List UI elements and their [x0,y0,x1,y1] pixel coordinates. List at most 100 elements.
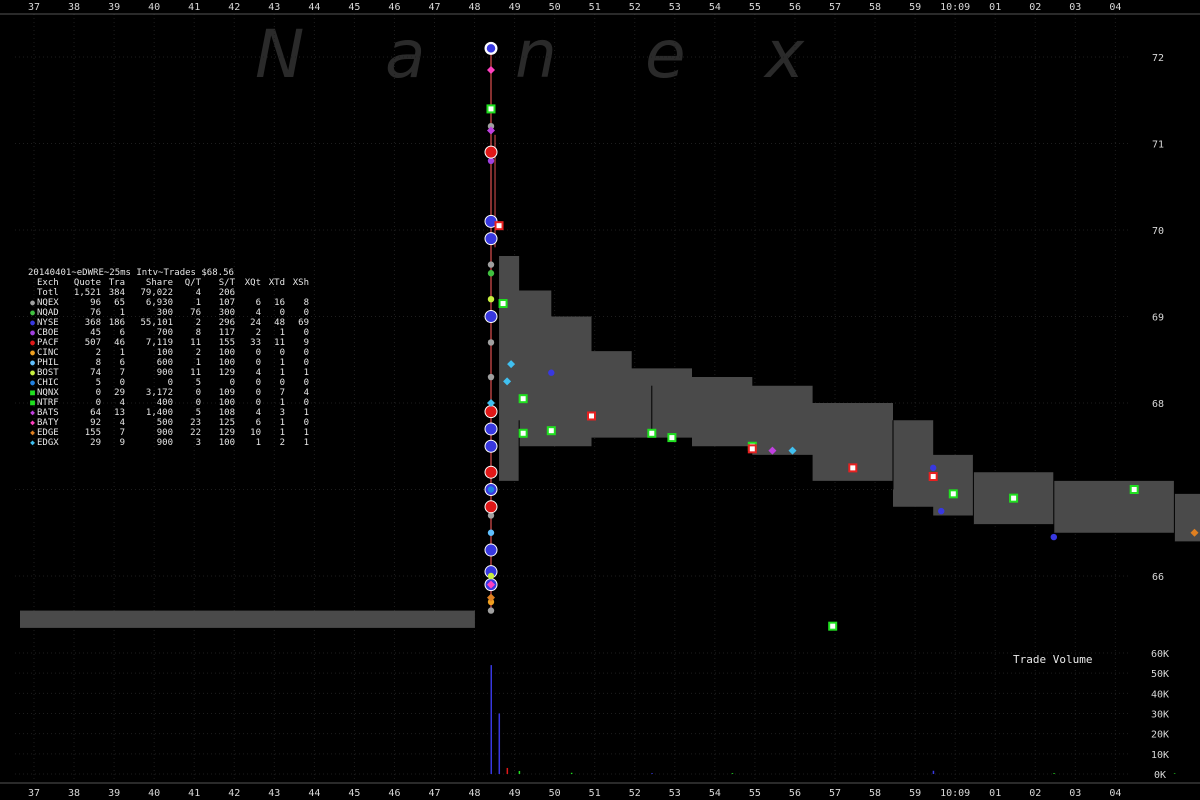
x-tick-label-top: 45 [348,2,360,13]
legend-marker-icon: ■ [30,388,35,397]
stats-exchange: CBOE [37,328,59,338]
stats-cell: 0 [255,378,261,388]
x-tick-label-bottom: 57 [829,788,841,799]
stats-cell: 2 [255,328,261,338]
marker-nyse [1050,533,1058,541]
stats-cell: 155 [218,338,235,348]
stats-row: ◆ EDGX 29 9 900 3 100 1 2 1 [28,438,309,448]
stats-cell: 2 [279,438,285,448]
stats-cell: 109 [218,388,235,398]
marker-pacf [484,405,498,419]
price-tick-label: 68 [1152,399,1164,410]
stats-cell: 29 [114,388,125,398]
price-tick-label: 70 [1152,226,1164,237]
stats-cell: 3,172 [145,388,173,398]
stats-cell: 92 [90,418,101,428]
stats-cell: 1 [255,438,261,448]
stats-cell: 3 [279,408,285,418]
stats-cell: 4 [195,288,201,298]
x-tick-label-bottom: 01 [989,788,1001,799]
watermark-letter: N [255,16,304,93]
marker-ntrf [494,221,504,231]
stats-cell: 0 [167,378,173,388]
bid-ask-band-before [20,610,475,628]
stats-cell: 0 [95,398,101,408]
stats-cell: 300 [156,308,173,318]
marker-nqnx [1009,493,1019,503]
stats-cell: 0 [303,348,309,358]
stats-cell: 0 [279,348,285,358]
stats-header-row: Exch Quote Tra Share Q/T S/T XQt XTd XSh [28,278,309,288]
stats-cell: 300 [218,308,235,318]
marker-pacf [484,145,498,159]
marker-nqex [487,373,495,381]
stats-cell: 55,101 [140,318,173,328]
stats-cell: 0 [255,398,261,408]
stats-row: ◆ EDGE 155 7 900 22 129 10 1 1 [28,428,309,438]
x-tick-label-top: 41 [188,2,200,13]
stats-cell: 129 [218,428,235,438]
stats-cell: 33 [250,338,261,348]
x-tick-label-bottom: 10:09 [940,788,970,799]
volume-tick-label: 30K [1151,710,1169,721]
x-tick-label-bottom: 45 [348,788,360,799]
stats-cell: 1 [303,408,309,418]
x-tick-label-bottom: 58 [869,788,881,799]
x-tick-label-top: 02 [1029,2,1041,13]
stats-cell: 0 [95,388,101,398]
legend-marker-icon: ● [30,368,35,377]
stats-cell: 1 [303,438,309,448]
legend-marker-icon: ● [30,358,35,367]
stats-cell: 46 [114,338,125,348]
volume-bar [1053,773,1055,774]
stats-cell: 0 [303,398,309,408]
stats-cell: 100 [156,348,173,358]
x-tick-label-bottom: 39 [108,788,120,799]
marker-nyse [484,41,498,55]
price-tick-label: 66 [1152,572,1164,583]
volume-tick-label: 20K [1151,730,1169,741]
stats-row: ● PACF 507 46 7,119 11 155 33 11 9 [28,338,309,348]
stats-cell: 0 [195,388,201,398]
volume-bar [570,772,573,774]
stats-cell: 100 [218,348,235,358]
marker-baty [487,65,495,74]
watermark-letter: a [385,16,425,93]
stats-cell: 76 [190,308,201,318]
stats-cell: 0 [255,348,261,358]
stats-cell: 1 [195,298,201,308]
stats-cell: 206 [218,288,235,298]
x-tick-label-top: 04 [1109,2,1121,13]
stats-cell: 1 [195,358,201,368]
x-tick-label-bottom: 44 [308,788,320,799]
stats-cell: 7,119 [145,338,173,348]
stats-cell: 6 [255,418,261,428]
stats-cell: 7 [119,368,125,378]
marker-ntrf [848,463,858,473]
marker-nqnx [498,299,508,309]
stats-cell: 1,400 [145,408,173,418]
x-tick-label-top: 54 [709,2,721,13]
stats-row: ◆ BATS 64 13 1,400 5 108 4 3 1 [28,408,309,418]
stats-cell: 0 [303,328,309,338]
marker-nqad [487,270,495,277]
stats-cell: 4 [255,368,261,378]
stats-cell: 100 [218,358,235,368]
volume-bar [518,770,521,774]
stats-cell: 0 [303,358,309,368]
x-tick-label-bottom: 53 [669,788,681,799]
volume-tick-label: 60K [1151,649,1169,660]
legend-marker-icon: ● [30,348,35,357]
stats-row: ■ NTRF 0 4 400 0 100 0 1 0 [28,398,309,408]
stats-cell: 2 [195,348,201,358]
marker-bost [487,572,495,580]
marker-ntrf [747,444,757,454]
x-tick-label-top: 10:09 [940,2,970,13]
stats-cell: 900 [156,428,173,438]
legend-marker-icon: ● [30,308,35,317]
stats-cell: 0 [279,308,285,318]
x-tick-label-top: 40 [148,2,160,13]
legend-marker-icon: ● [30,318,35,327]
x-tick-label-bottom: 51 [589,788,601,799]
volume-bar [1173,773,1176,774]
